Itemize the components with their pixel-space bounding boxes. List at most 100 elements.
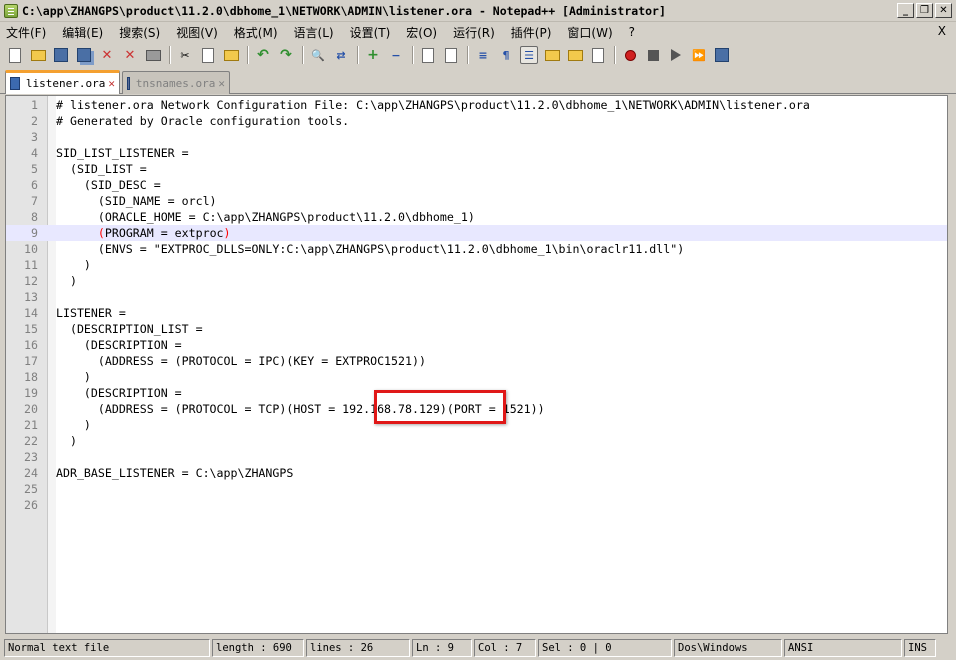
open-file-icon[interactable]: [29, 46, 47, 64]
code-line[interactable]: 14 LISTENER =: [6, 305, 947, 321]
tab-tnsnames-ora[interactable]: tnsnames.ora ✕: [122, 71, 230, 94]
code-line[interactable]: 24 ADR_BASE_LISTENER = C:\app\ZHANGPS: [6, 465, 947, 481]
code-line[interactable]: 16 (DESCRIPTION =: [6, 337, 947, 353]
code-text[interactable]: ): [56, 257, 91, 273]
menu-settings[interactable]: 设置(T): [350, 24, 391, 41]
code-line[interactable]: 15 (DESCRIPTION_LIST =: [6, 321, 947, 337]
function-list-icon[interactable]: [589, 46, 607, 64]
save-icon[interactable]: [52, 46, 70, 64]
code-line[interactable]: 7 (SID_NAME = orcl): [6, 193, 947, 209]
zoom-in-icon[interactable]: +: [364, 46, 382, 64]
save-all-icon[interactable]: [75, 46, 93, 64]
menu-search[interactable]: 搜索(S): [119, 24, 160, 41]
close-file-icon[interactable]: ✕: [98, 46, 116, 64]
menu-edit[interactable]: 编辑(E): [62, 24, 103, 41]
redo-icon[interactable]: ↷: [277, 46, 295, 64]
menu-run[interactable]: 运行(R): [453, 24, 495, 41]
code-text[interactable]: (PROGRAM = extproc): [56, 225, 231, 241]
code-line[interactable]: 23: [6, 449, 947, 465]
code-text[interactable]: (SID_LIST =: [56, 161, 147, 177]
code-text[interactable]: (DESCRIPTION =: [56, 337, 182, 353]
paste-icon[interactable]: [222, 46, 240, 64]
status-selection: Sel : 0 | 0: [538, 639, 672, 657]
replace-icon[interactable]: ⇄: [332, 46, 350, 64]
play-macro-icon[interactable]: [667, 46, 685, 64]
code-line[interactable]: 26: [6, 497, 947, 513]
indent-guide-icon[interactable]: ☰: [520, 46, 538, 64]
code-line[interactable]: 9 (PROGRAM = extproc): [6, 225, 947, 241]
save-macro-icon[interactable]: [713, 46, 731, 64]
code-text[interactable]: # Generated by Oracle configuration tool…: [56, 113, 349, 129]
tab-close-icon[interactable]: ✕: [108, 77, 115, 90]
code-line[interactable]: 2 # Generated by Oracle configuration too…: [6, 113, 947, 129]
code-line[interactable]: 8 (ORACLE_HOME = C:\app\ZHANGPS\product\…: [6, 209, 947, 225]
code-text[interactable]: (SID_DESC =: [56, 177, 161, 193]
code-line[interactable]: 25: [6, 481, 947, 497]
editor-area[interactable]: 1 # listener.ora Network Configuration Fi…: [5, 95, 948, 634]
close-all-icon[interactable]: ✕: [121, 46, 139, 64]
line-number: 19: [24, 386, 38, 400]
code-line[interactable]: 3: [6, 129, 947, 145]
menu-plugins[interactable]: 插件(P): [511, 24, 552, 41]
code-text[interactable]: (SID_NAME = orcl): [56, 193, 217, 209]
show-all-chars-icon[interactable]: ¶: [497, 46, 515, 64]
code-text[interactable]: SID_LIST_LISTENER =: [56, 145, 189, 161]
print-icon[interactable]: [144, 46, 162, 64]
tab-close-icon[interactable]: ✕: [218, 77, 225, 90]
record-macro-icon[interactable]: [621, 46, 639, 64]
menu-view[interactable]: 视图(V): [176, 24, 218, 41]
code-line[interactable]: 10 (ENVS = "EXTPROC_DLLS=ONLY:C:\app\ZHA…: [6, 241, 947, 257]
code-text[interactable]: ADR_BASE_LISTENER = C:\app\ZHANGPS: [56, 465, 293, 481]
code-text[interactable]: (ENVS = "EXTPROC_DLLS=ONLY:C:\app\ZHANGP…: [56, 241, 684, 257]
undo-icon[interactable]: ↶: [254, 46, 272, 64]
code-line[interactable]: 12 ): [6, 273, 947, 289]
code-text[interactable]: (DESCRIPTION_LIST =: [56, 321, 203, 337]
toolbar-separator: [247, 46, 248, 64]
word-wrap-icon[interactable]: ≡: [474, 46, 492, 64]
code-line[interactable]: 1 # listener.ora Network Configuration Fi…: [6, 97, 947, 113]
code-text[interactable]: ): [56, 433, 77, 449]
close-button[interactable]: ✕: [935, 3, 952, 18]
new-file-icon[interactable]: [6, 46, 24, 64]
code-line[interactable]: 17 (ADDRESS = (PROTOCOL = IPC)(KEY = EXT…: [6, 353, 947, 369]
menu-format[interactable]: 格式(M): [234, 24, 278, 41]
close-document-button[interactable]: X: [938, 24, 946, 38]
copy-icon[interactable]: [199, 46, 217, 64]
code-text[interactable]: ): [56, 369, 91, 385]
file-saved-icon: [10, 77, 20, 90]
code-line[interactable]: 18 ): [6, 369, 947, 385]
sync-horizontal-icon[interactable]: [442, 46, 460, 64]
menu-language[interactable]: 语言(L): [294, 24, 334, 41]
menu-macro[interactable]: 宏(O): [406, 24, 437, 41]
line-number: 8: [31, 210, 38, 224]
code-text[interactable]: LISTENER =: [56, 305, 126, 321]
line-number: 6: [31, 178, 38, 192]
code-line[interactable]: 6 (SID_DESC =: [6, 177, 947, 193]
menu-window[interactable]: 窗口(W): [567, 24, 612, 41]
sync-vertical-icon[interactable]: [419, 46, 437, 64]
menu-file[interactable]: 文件(F): [6, 24, 46, 41]
code-line[interactable]: 13: [6, 289, 947, 305]
stop-macro-icon[interactable]: [644, 46, 662, 64]
code-line[interactable]: 11 ): [6, 257, 947, 273]
menu-help[interactable]: ?: [629, 25, 635, 39]
zoom-out-icon[interactable]: −: [387, 46, 405, 64]
code-text[interactable]: (ORACLE_HOME = C:\app\ZHANGPS\product\11…: [56, 209, 475, 225]
code-text[interactable]: (DESCRIPTION =: [56, 385, 182, 401]
minimize-button[interactable]: _: [897, 3, 914, 18]
doc-map-icon[interactable]: [566, 46, 584, 64]
code-text[interactable]: # listener.ora Network Configuration Fil…: [56, 97, 810, 113]
code-line[interactable]: 22 ): [6, 433, 947, 449]
cut-icon[interactable]: ✂: [176, 46, 194, 64]
code-line[interactable]: 5 (SID_LIST =: [6, 161, 947, 177]
code-text[interactable]: ): [56, 273, 77, 289]
code-line[interactable]: 4 SID_LIST_LISTENER =: [6, 145, 947, 161]
code-text[interactable]: (ADDRESS = (PROTOCOL = IPC)(KEY = EXTPRO…: [56, 353, 426, 369]
line-number: 10: [24, 242, 38, 256]
tab-listener-ora[interactable]: listener.ora ✕: [5, 70, 120, 94]
restore-button[interactable]: ❐: [916, 3, 933, 18]
find-icon[interactable]: 🔍: [309, 46, 327, 64]
code-text[interactable]: ): [56, 417, 91, 433]
user-language-icon[interactable]: [543, 46, 561, 64]
run-macro-multiple-icon[interactable]: ⏩: [690, 46, 708, 64]
